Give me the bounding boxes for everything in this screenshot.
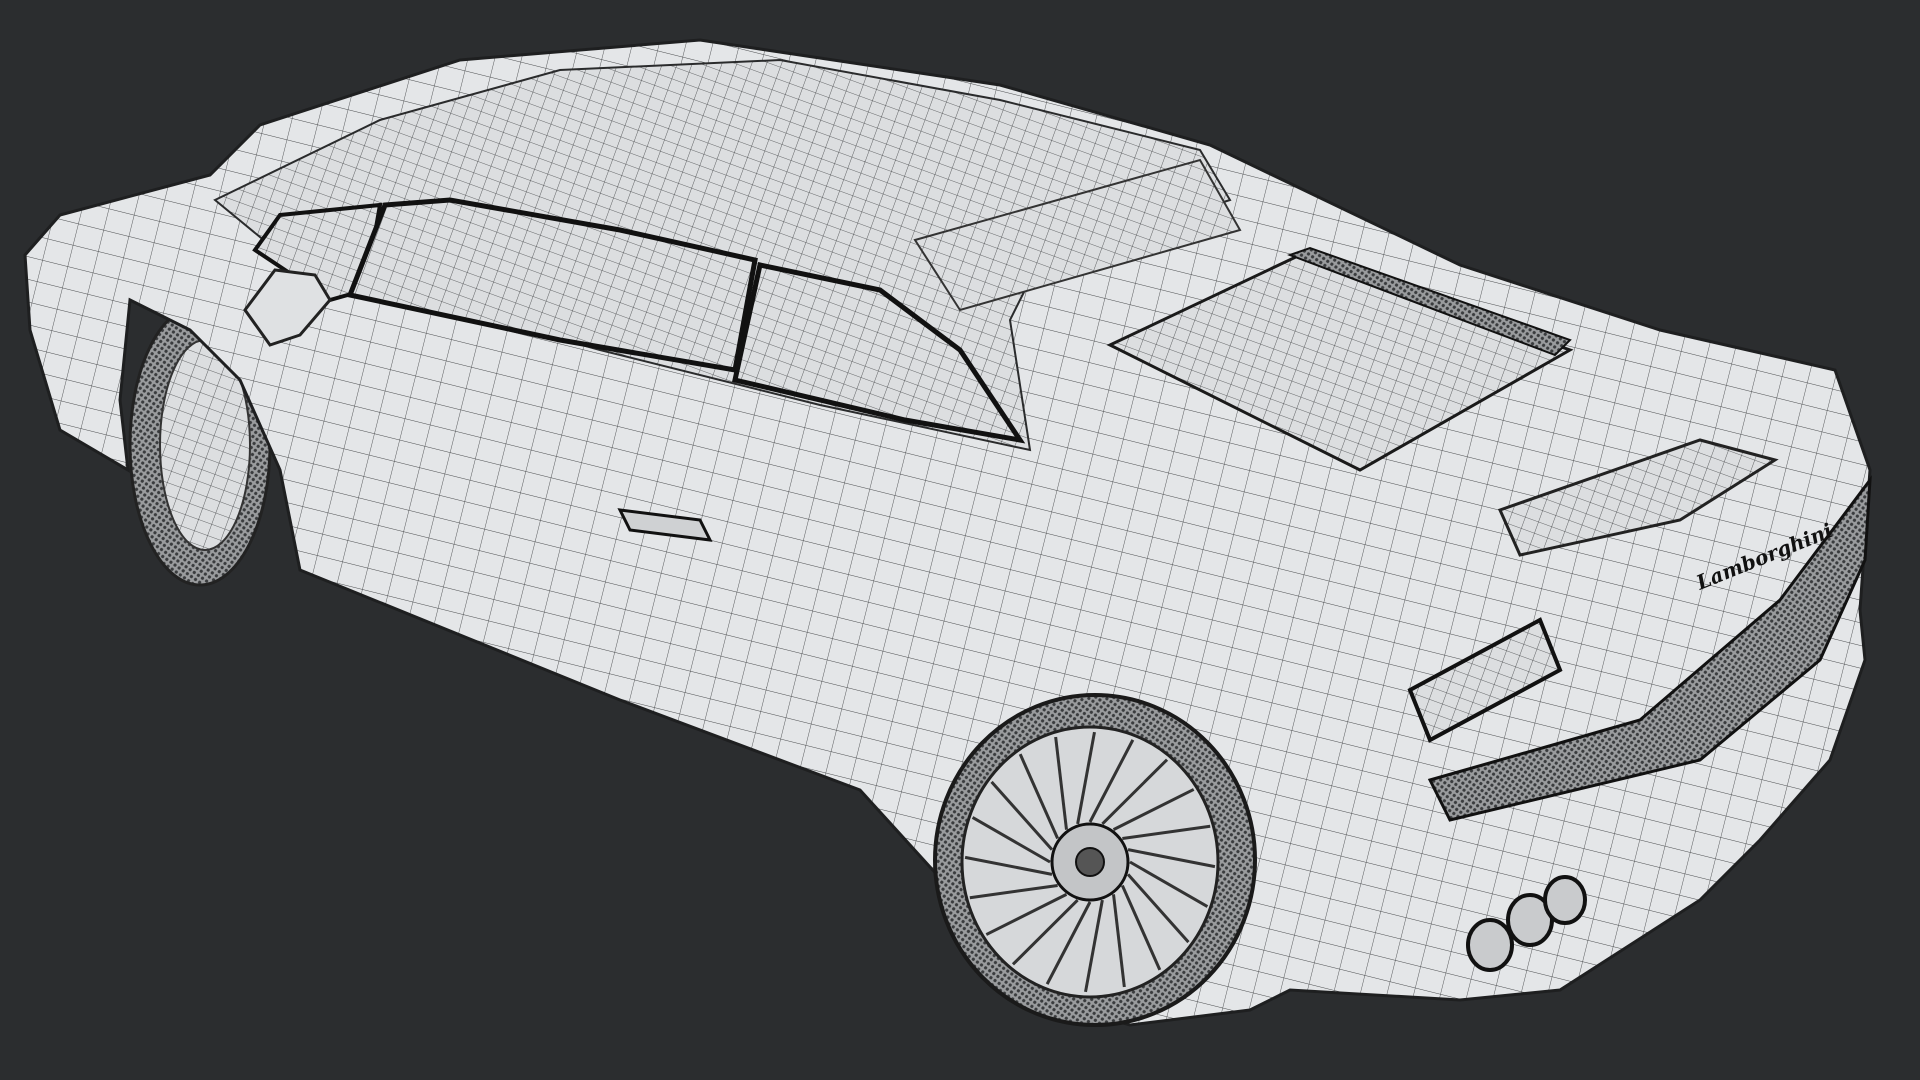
rear-wheel: [933, 693, 1257, 1027]
car-wireframe-render: Lamborghini: [23, 38, 1872, 1027]
